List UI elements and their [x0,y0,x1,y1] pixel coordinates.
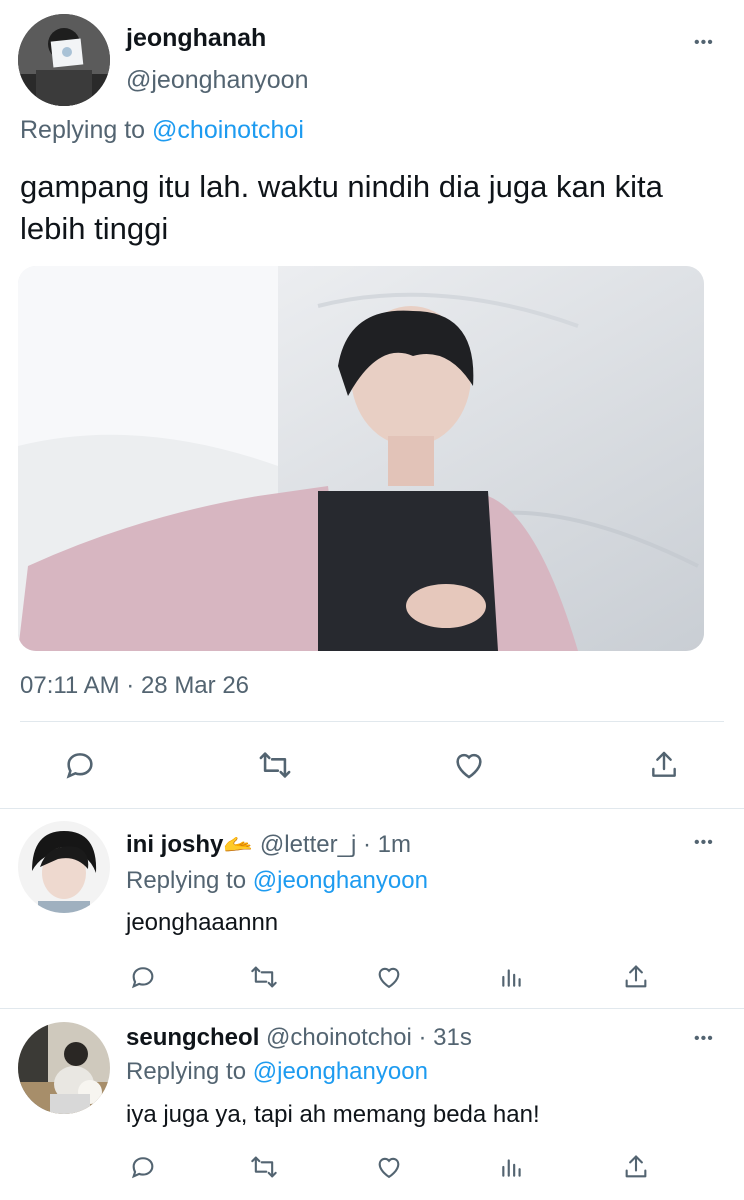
share-icon[interactable] [622,1153,650,1181]
divider [0,1008,744,1009]
like-icon[interactable] [451,748,487,782]
main-tweet-text: gampang itu lah. waktu nindih dia juga k… [20,169,663,246]
reply-handle[interactable]: @choinotchoi [266,1024,412,1051]
reply-more-icon[interactable]: ••• [694,1031,714,1047]
reply-header-line: seungcheol @choinotchoi · 31s [126,1024,472,1052]
retweet-icon[interactable] [248,963,280,991]
analytics-icon[interactable] [499,963,525,991]
reply-display-name[interactable]: seungcheol [126,1024,259,1051]
divider [20,721,724,722]
reply-time[interactable]: · 31s [418,1024,471,1051]
share-icon[interactable] [622,963,650,991]
reply-avatar[interactable] [18,1022,110,1114]
divider [0,808,744,809]
reply-avatar[interactable] [18,821,110,913]
reply-icon[interactable] [129,1153,157,1181]
reply-text: iya juga ya, tapi ah memang beda han! [126,1101,540,1128]
main-tweet-more-icon[interactable]: ••• [694,35,714,51]
replying-prefix: Replying to [20,116,146,144]
reply-icon[interactable] [129,963,157,991]
replying-to-link[interactable]: @jeonghanyoon [253,1058,428,1085]
reply-text: jeonghaaannn [126,909,279,936]
main-tweet-avatar[interactable] [18,14,110,106]
analytics-icon[interactable] [499,1153,525,1181]
main-tweet-display-name[interactable]: jeonghanah [126,24,266,53]
retweet-icon[interactable] [248,1153,280,1181]
main-tweet-replying-line: Replying to @choinotchoi [20,116,304,145]
main-tweet-timestamp[interactable]: 07:11 AM · 28 Mar 26 [20,672,249,700]
reply-replying-line: Replying to @jeonghanyoon [126,867,428,895]
like-icon[interactable] [374,1153,404,1181]
reply-header-line: ini joshy🫴 @letter_j · 1m [126,830,411,859]
reply-more-icon[interactable]: ••• [694,835,714,851]
replying-prefix: Replying to [126,1058,247,1085]
reply-handle[interactable]: @letter_j [260,831,356,858]
replying-to-link[interactable]: @jeonghanyoon [253,867,428,894]
like-icon[interactable] [374,963,404,991]
reply-display-name-emoji: 🫴 [223,831,254,858]
main-tweet-media[interactable] [18,266,704,651]
main-tweet-handle[interactable]: @jeonghanyoon [126,66,308,95]
retweet-icon[interactable] [256,748,294,782]
replying-to-link[interactable]: @choinotchoi [152,116,304,144]
reply-replying-line: Replying to @jeonghanyoon [126,1058,428,1086]
reply-time[interactable]: · 1m [363,831,411,858]
share-icon[interactable] [648,748,680,782]
replying-prefix: Replying to [126,867,247,894]
reply-display-name[interactable]: ini joshy [126,831,223,858]
reply-icon[interactable] [63,748,97,782]
